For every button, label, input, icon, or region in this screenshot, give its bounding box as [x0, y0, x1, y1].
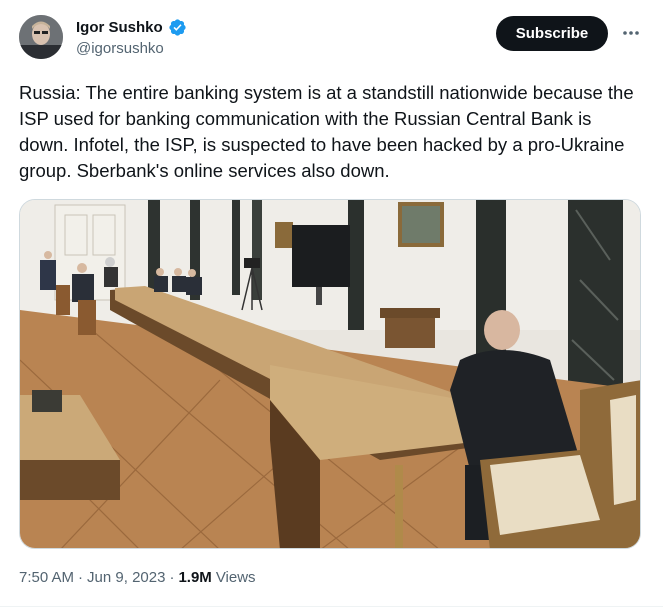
divider [0, 606, 663, 607]
meta-separator: · [78, 569, 84, 586]
profile-photo [19, 15, 63, 59]
tweet-time[interactable]: 7:50 AM [19, 569, 74, 586]
views-count[interactable]: 1.9M [178, 569, 211, 586]
author-handle[interactable]: @igorsushko [76, 40, 164, 57]
more-options-button[interactable] [618, 22, 644, 44]
author-name-row: Igor Sushko [76, 18, 187, 37]
meeting-room-photo [20, 200, 640, 548]
tweet-date[interactable]: Jun 9, 2023 [87, 569, 165, 586]
more-dots-icon [623, 31, 639, 35]
views-label: Views [215, 569, 256, 586]
tweet-text: Russia: The entire banking system is at … [19, 82, 634, 181]
meta-separator: · [169, 569, 175, 586]
tweet-card: Igor Sushko @igorsushko Subscribe Russia… [0, 0, 663, 609]
author-name[interactable]: Igor Sushko [76, 19, 163, 36]
subscribe-button[interactable]: Subscribe [496, 16, 608, 51]
author-avatar[interactable] [19, 15, 63, 59]
tweet-photo[interactable] [19, 199, 641, 549]
tweet-meta: 7:50 AM · Jun 9, 2023 · 1.9M Views [19, 569, 256, 586]
verified-badge-icon [168, 18, 187, 37]
